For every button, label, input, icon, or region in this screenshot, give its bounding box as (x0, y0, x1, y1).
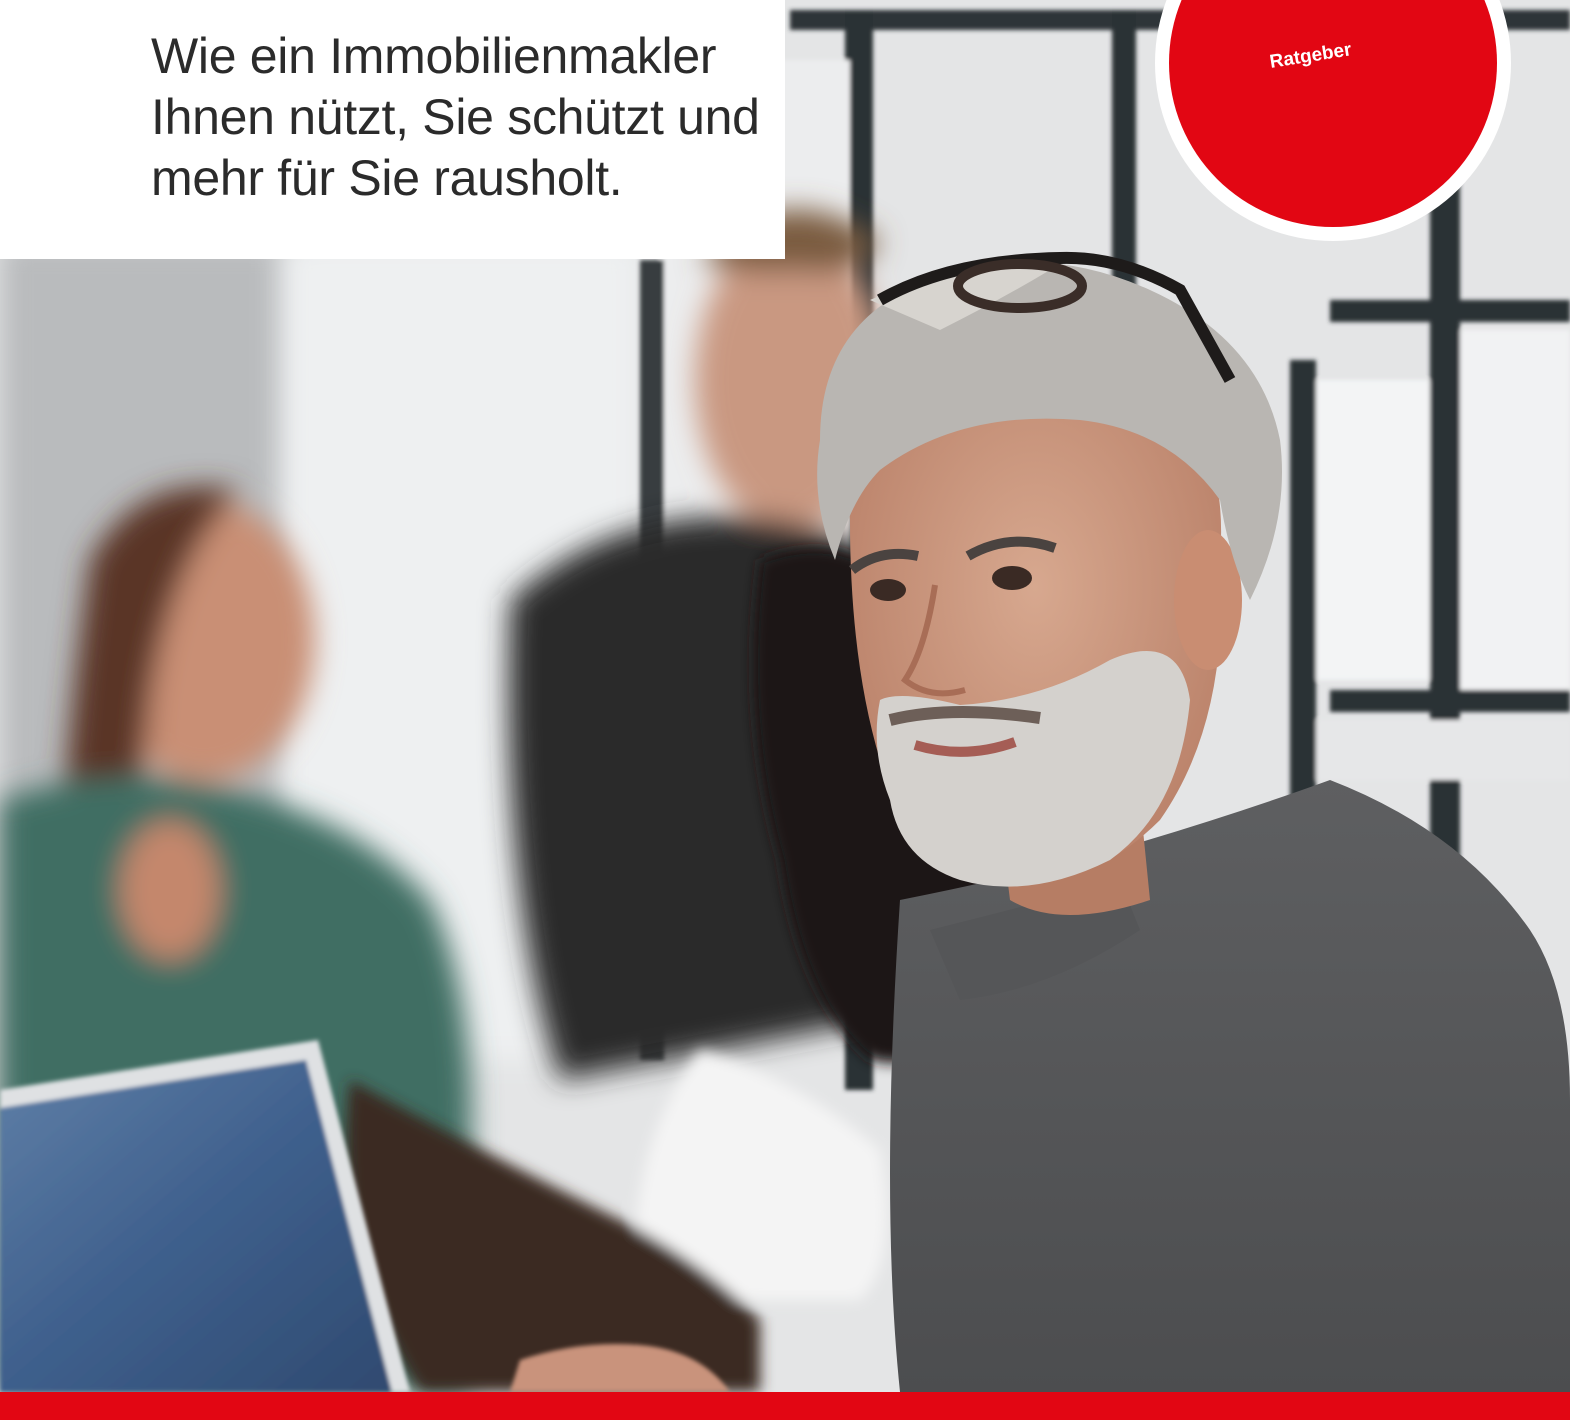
ratgeber-badge (1169, 0, 1497, 227)
headline-line-1: Wie ein Immobilienmakler (151, 28, 717, 84)
headline-line-2: Ihnen nützt, Sie schützt und (151, 89, 760, 145)
headline-line-3: mehr für Sie rausholt. (151, 150, 623, 206)
page-margin-right (1570, 0, 1588, 1420)
brochure-cover-page: Wie ein Immobilienmakler Ihnen nützt, Si… (0, 0, 1588, 1420)
headline-panel: Wie ein Immobilienmakler Ihnen nützt, Si… (0, 0, 785, 259)
bottom-accent-bar (0, 1392, 1570, 1420)
